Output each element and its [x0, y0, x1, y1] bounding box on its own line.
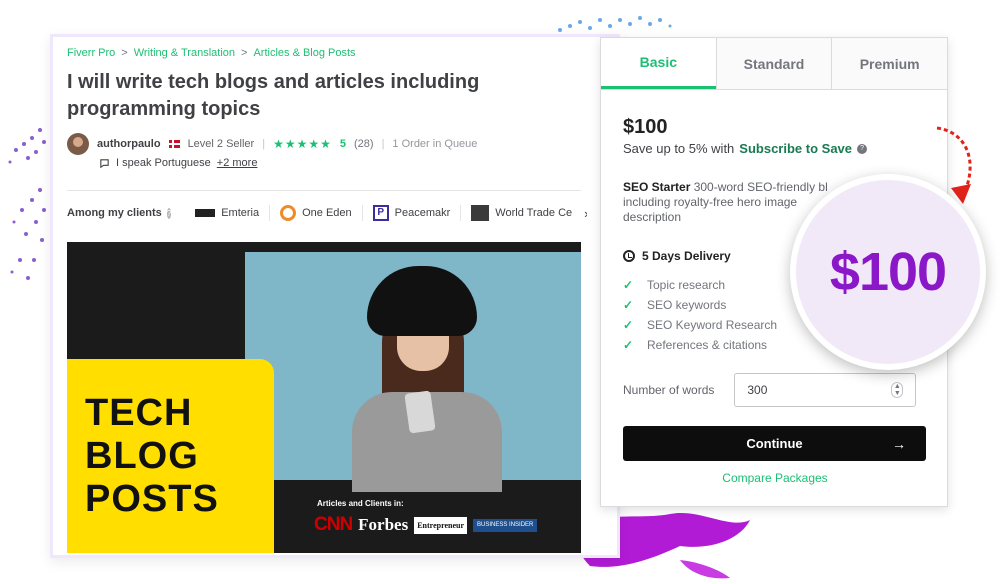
words-value: 300	[747, 383, 768, 397]
speech-bubble-icon	[100, 158, 109, 168]
hero-headline-line: BLOG	[85, 435, 199, 477]
clock-icon	[623, 250, 635, 262]
magnified-price: $100	[829, 242, 947, 302]
screenshot-stage: Fiverr Pro > Writing & Translation > Art…	[0, 0, 1000, 584]
emteria-logo-icon	[195, 209, 216, 217]
press-logos: CNN Forbes Entrepreneur BUSINESS INSIDER	[314, 514, 538, 536]
subscribe-to-save-link[interactable]: Subscribe to Save	[739, 141, 852, 156]
feature-label: References & citations	[647, 338, 768, 352]
seller-level: Level 2 Seller	[187, 138, 255, 150]
breadcrumb-separator: >	[241, 47, 248, 59]
seller-overview: authorpaulo Level 2 Seller | ★★★★★ 5 (28…	[67, 133, 477, 155]
denmark-flag-icon	[168, 140, 180, 148]
delivery-time: 5 Days Delivery	[623, 249, 731, 263]
section-divider	[67, 190, 581, 191]
divider: |	[381, 138, 385, 150]
breadcrumb-separator: >	[121, 47, 128, 59]
clients-label: Among my clients	[67, 207, 162, 219]
gig-hero-image[interactable]: TECH BLOG POSTS Articles and Clients in:…	[67, 242, 581, 553]
clients-strip: Among my clients ? Emteria One Eden P Pe…	[67, 205, 587, 221]
check-icon: ✓	[623, 278, 634, 292]
hero-headline: TECH BLOG POSTS	[85, 392, 219, 521]
client-name: World Trade Ce	[495, 207, 573, 219]
help-icon[interactable]: ?	[166, 207, 172, 219]
client-world-trade[interactable]: World Trade Ce	[460, 205, 582, 221]
check-icon: ✓	[623, 338, 634, 352]
world-trade-logo-icon	[471, 205, 490, 221]
list-item: ✓ SEO Keyword Research	[623, 315, 777, 335]
feature-label: Topic research	[647, 278, 726, 292]
one-eden-logo-icon	[280, 205, 297, 221]
continue-label: Continue	[746, 436, 803, 451]
breadcrumb-item-fiverr-pro[interactable]: Fiverr Pro	[67, 47, 115, 59]
words-label: Number of words	[623, 383, 715, 397]
feature-label: SEO keywords	[647, 298, 727, 312]
stepper-arrows-icon[interactable]: ▲ ▼	[891, 382, 904, 398]
tab-standard[interactable]: Standard	[715, 38, 832, 89]
peacemakr-logo-icon: P	[372, 205, 389, 221]
price-magnifier: $100	[790, 174, 986, 370]
seller-avatar[interactable]	[67, 133, 89, 155]
help-icon[interactable]: ?	[857, 143, 868, 154]
check-icon: ✓	[623, 298, 634, 312]
client-name: Emteria	[221, 207, 260, 219]
delivery-text: 5 Days Delivery	[642, 249, 731, 263]
tab-premium[interactable]: Premium	[831, 38, 948, 89]
divider: |	[262, 138, 266, 150]
gig-overview-card: Fiverr Pro > Writing & Translation > Art…	[50, 34, 620, 558]
check-icon: ✓	[623, 318, 634, 332]
package-price: $100	[623, 116, 668, 138]
list-item: ✓ References & citations	[623, 335, 777, 355]
arrow-right-icon: →	[892, 435, 906, 452]
rating-score: 5	[339, 138, 346, 150]
client-peacemakr[interactable]: P Peacemakr	[361, 205, 461, 221]
more-languages-link[interactable]: +2 more	[217, 157, 258, 169]
seller-name[interactable]: authorpaulo	[97, 138, 161, 150]
smartphone-icon	[404, 390, 436, 434]
package-tabs: Basic Standard Premium	[601, 38, 948, 90]
breadcrumb-item-writing-translation[interactable]: Writing & Translation	[134, 47, 235, 59]
number-of-words-input[interactable]: 300 ▲ ▼	[734, 373, 917, 407]
hero-headline-line: TECH	[85, 392, 193, 434]
package-features: ✓ Topic research ✓ SEO keywords ✓ SEO Keywo…	[623, 275, 777, 355]
review-count[interactable]: (28)	[354, 138, 374, 150]
client-name: One Eden	[302, 207, 352, 219]
client-name: Peacemakr	[394, 207, 451, 219]
orders-in-queue: 1 Order in Queue	[392, 138, 478, 150]
entrepreneur-logo: Entrepreneur	[414, 516, 468, 534]
compare-packages-link[interactable]: Compare Packages	[601, 471, 949, 485]
breadcrumb: Fiverr Pro > Writing & Translation > Art…	[67, 47, 356, 59]
business-insider-logo: BUSINESS INSIDER	[473, 518, 538, 532]
rating-stars-icon: ★★★★★	[273, 137, 332, 151]
cnn-logo: CNN	[314, 514, 353, 535]
gig-title: I will write tech blogs and articles inc…	[67, 71, 480, 120]
seller-languages: I speak Portuguese +2 more	[99, 157, 257, 169]
breadcrumb-item-articles-blog-posts[interactable]: Articles & Blog Posts	[253, 47, 355, 59]
package-name: SEO Starter	[623, 180, 691, 194]
hero-headline-line: POSTS	[85, 478, 219, 520]
press-label: Articles and Clients in:	[317, 499, 404, 508]
language-text: I speak Portuguese	[116, 157, 211, 169]
client-one-eden[interactable]: One Eden	[269, 205, 362, 221]
list-item: ✓ SEO keywords	[623, 295, 777, 315]
client-emteria[interactable]: Emteria	[185, 207, 269, 219]
package-description-lead: 300-word SEO-friendly bl	[693, 180, 828, 194]
words-selector: Number of words 300 ▲ ▼	[623, 373, 917, 407]
tab-basic[interactable]: Basic	[601, 38, 716, 89]
save-text: Save up to 5% with	[623, 141, 735, 156]
forbes-logo: Forbes	[358, 515, 409, 534]
feature-label: SEO Keyword Research	[647, 318, 778, 332]
package-description-line: including royalty-free hero image	[623, 195, 798, 209]
chevron-right-icon[interactable]: ›	[584, 206, 587, 221]
continue-button[interactable]: Continue →	[623, 426, 926, 461]
package-description-line: description	[623, 210, 682, 224]
subscribe-save-row: Save up to 5% with Subscribe to Save ?	[623, 141, 868, 156]
list-item: ✓ Topic research	[623, 275, 777, 295]
